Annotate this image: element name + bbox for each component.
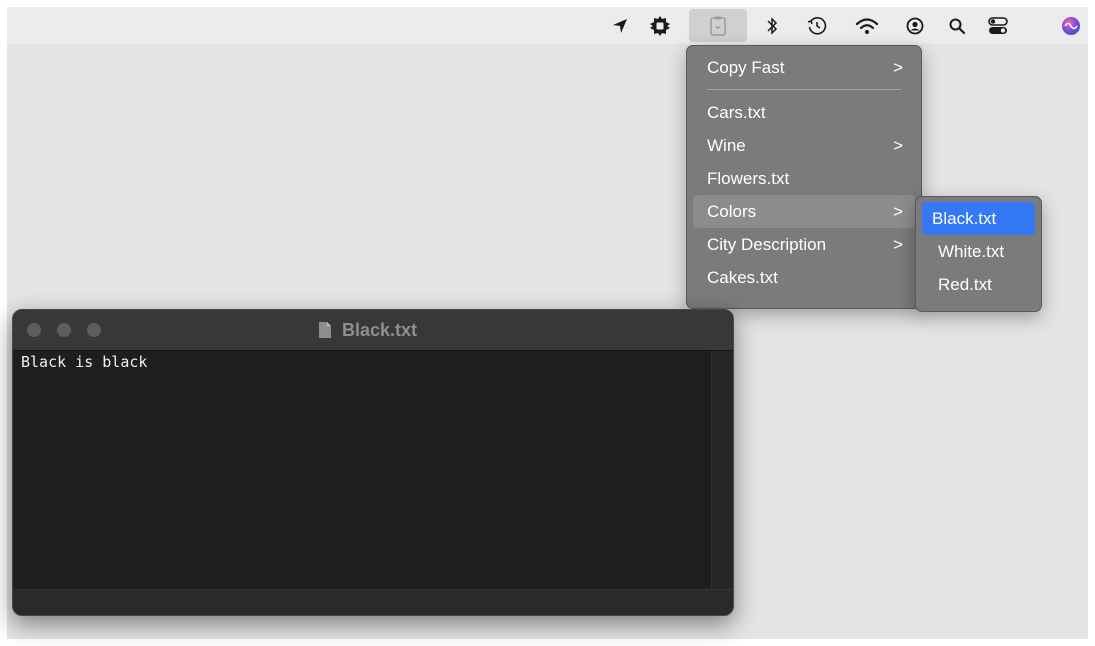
siri-icon[interactable] xyxy=(1059,7,1083,44)
menu-bar xyxy=(7,7,1088,44)
clipboard-dropdown-menu: Copy Fast > Cars.txt Wine > Flowers.txt … xyxy=(686,45,922,309)
close-button[interactable] xyxy=(27,323,41,337)
text-viewer-window: Black.txt Black is black xyxy=(12,309,734,616)
horizontal-scrollbar[interactable] xyxy=(13,589,733,615)
clipboard-icon[interactable] xyxy=(689,9,747,42)
gear-badge-icon[interactable] xyxy=(647,7,673,44)
vertical-scrollbar[interactable] xyxy=(711,351,733,589)
location-arrow-icon[interactable] xyxy=(609,7,631,44)
menu-item-colors[interactable]: Colors > xyxy=(693,195,915,228)
chevron-right-icon: > xyxy=(893,58,903,77)
menu-item-city-description[interactable]: City Description > xyxy=(693,228,915,261)
zoom-button[interactable] xyxy=(87,323,101,337)
menu-item-copy-fast[interactable]: Copy Fast > xyxy=(693,51,915,84)
colors-submenu: Black.txt White.txt Red.txt xyxy=(915,196,1042,312)
menu-item-label: Wine xyxy=(707,136,746,155)
window-title-text: Black.txt xyxy=(342,319,418,340)
menu-item-wine[interactable]: Wine > xyxy=(693,129,915,162)
submenu-item-label: White.txt xyxy=(938,242,1005,261)
chevron-right-icon: > xyxy=(893,235,903,254)
submenu-item-label: Black.txt xyxy=(932,209,997,228)
menu-item-cakes[interactable]: Cakes.txt xyxy=(693,261,915,294)
menu-item-label: Cars.txt xyxy=(707,103,766,122)
user-account-icon[interactable] xyxy=(903,7,927,44)
menu-item-label: Cakes.txt xyxy=(707,268,778,287)
window-title: Black.txt xyxy=(318,310,417,350)
menu-item-label: Colors xyxy=(707,202,757,221)
menu-item-label: Flowers.txt xyxy=(707,169,790,188)
menu-separator xyxy=(707,89,901,90)
wifi-icon[interactable] xyxy=(853,7,881,44)
menu-item-label: City Description xyxy=(707,235,827,254)
control-center-icon[interactable] xyxy=(985,7,1011,44)
submenu-item-label: Red.txt xyxy=(938,275,992,294)
desktop: Copy Fast > Cars.txt Wine > Flowers.txt … xyxy=(7,7,1088,639)
submenu-item-red[interactable]: Red.txt xyxy=(922,268,1035,301)
minimize-button[interactable] xyxy=(57,323,71,337)
menu-item-flowers[interactable]: Flowers.txt xyxy=(693,162,915,195)
document-icon xyxy=(319,322,331,338)
menu-item-label: Copy Fast xyxy=(707,58,785,77)
text-content[interactable]: Black is black xyxy=(13,351,711,589)
menu-item-cars[interactable]: Cars.txt xyxy=(693,96,915,129)
time-machine-icon[interactable] xyxy=(805,7,829,44)
spotlight-search-icon[interactable] xyxy=(945,7,969,44)
bluetooth-icon[interactable] xyxy=(762,7,782,44)
chevron-right-icon: > xyxy=(893,202,903,221)
submenu-item-black[interactable]: Black.txt xyxy=(922,202,1035,235)
submenu-item-white[interactable]: White.txt xyxy=(922,235,1035,268)
chevron-right-icon: > xyxy=(893,136,903,155)
window-titlebar[interactable]: Black.txt xyxy=(13,310,733,351)
